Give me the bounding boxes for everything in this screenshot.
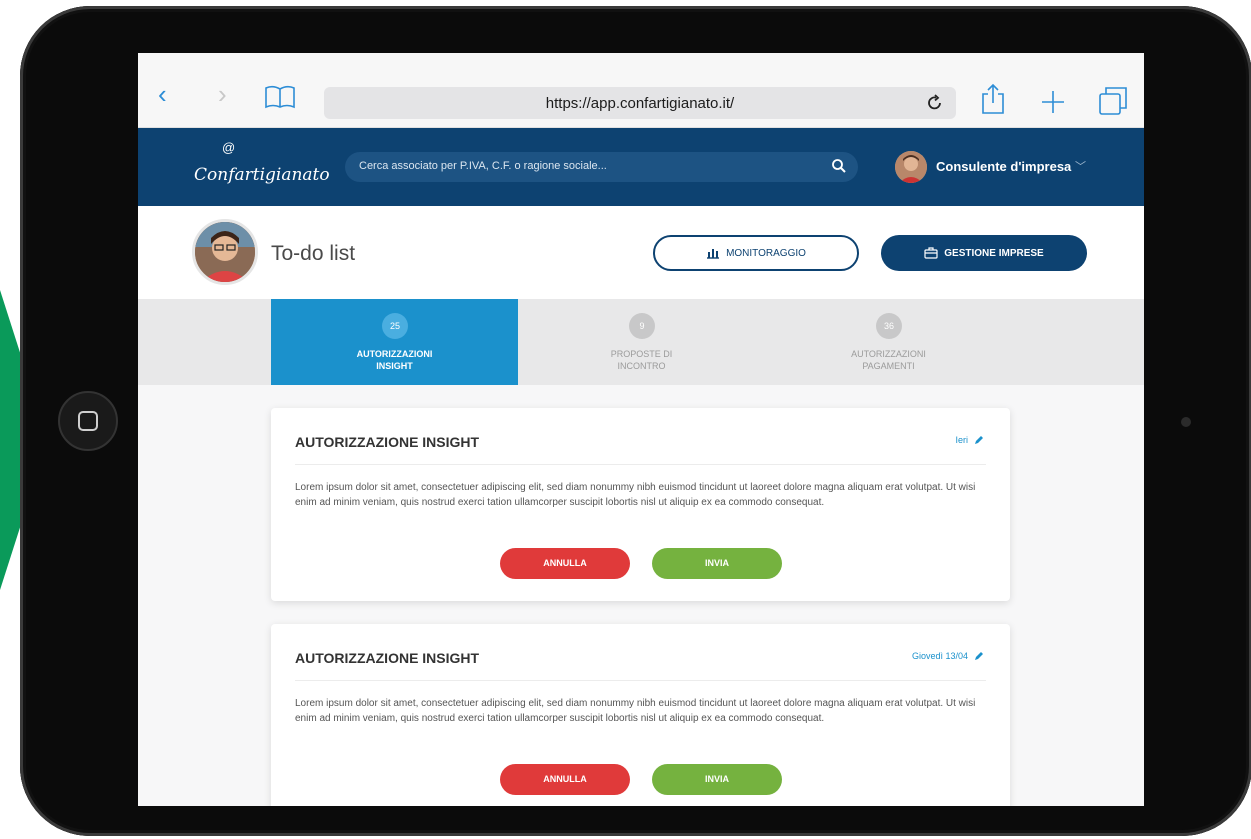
tab-label-line-1: PROPOSTE DI [610, 349, 673, 359]
tab-label: AUTORIZZAZIONI INSIGHT [271, 348, 518, 372]
gestione-imprese-label: GESTIONE IMPRESE [944, 247, 1044, 259]
card-title: AUTORIZZAZIONE INSIGHT [295, 434, 480, 450]
search-placeholder: Cerca associato per P.IVA, C.F. o ragion… [359, 160, 607, 172]
tab-label-line-1: AUTORIZZAZIONI [356, 349, 433, 359]
page-title: To-do list [271, 242, 356, 265]
search-input[interactable]: Cerca associato per P.IVA, C.F. o ragion… [345, 152, 858, 182]
chevron-down-icon[interactable]: ﹀ [1075, 158, 1086, 174]
screen: ‹ › https://app.confartigianato.it/ @ Co… [138, 53, 1144, 806]
card-date: Ieri [955, 435, 984, 445]
card-description: Lorem ipsum dolor sit amet, consectetuer… [295, 698, 976, 724]
forward-arrow-icon[interactable]: › [218, 81, 227, 107]
task-card: AUTORIZZAZIONE INSIGHT Giovedì 13/04 Lor… [271, 624, 1010, 806]
bookmarks-icon[interactable] [264, 85, 296, 109]
annulla-button[interactable]: ANNULLA [500, 764, 630, 795]
home-button[interactable] [58, 391, 118, 451]
gestione-imprese-button[interactable]: GESTIONE IMPRESE [881, 235, 1087, 271]
card-date-text: Ieri [955, 435, 968, 445]
card-date: Giovedì 13/04 [912, 651, 984, 661]
browser-toolbar: ‹ › https://app.confartigianato.it/ [138, 53, 1144, 128]
tab-label-line-2: PAGAMENTI [862, 361, 915, 371]
invia-button[interactable]: INVIA [652, 548, 782, 579]
monitoraggio-button[interactable]: MONITORAGGIO [653, 235, 859, 271]
tab-label: AUTORIZZAZIONI PAGAMENTI [765, 348, 1012, 372]
new-tab-plus-icon[interactable] [1041, 90, 1065, 114]
card-divider [295, 464, 986, 465]
reload-icon[interactable] [927, 94, 943, 112]
user-name[interactable]: Consulente d'impresa [936, 159, 1071, 174]
annulla-button[interactable]: ANNULLA [500, 548, 630, 579]
back-arrow-icon[interactable]: ‹ [158, 81, 167, 107]
camera-dot [1181, 417, 1191, 427]
tab-label-line-2: INCONTRO [617, 361, 666, 371]
briefcase-icon [924, 247, 938, 259]
avatar-face-icon [895, 151, 927, 183]
tab-count-badge: 25 [382, 313, 408, 339]
tab-count-badge: 36 [876, 313, 902, 339]
pencil-icon[interactable] [974, 651, 984, 661]
tab-proposte-di-incontro[interactable]: 9 PROPOSTE DI INCONTRO [518, 299, 765, 385]
logo[interactable]: Confartigianato [194, 165, 330, 185]
invia-button[interactable]: INVIA [652, 764, 782, 795]
home-square-icon [78, 411, 98, 431]
tab-label-line-1: AUTORIZZAZIONI [851, 349, 926, 359]
task-card: AUTORIZZAZIONE INSIGHT Ieri Lorem ipsum … [271, 408, 1010, 601]
card-date-text: Giovedì 13/04 [911, 651, 968, 661]
tab-autorizzazioni-pagamenti[interactable]: 36 AUTORIZZAZIONI PAGAMENTI [765, 299, 1012, 385]
card-description: Lorem ipsum dolor sit amet, consectetuer… [295, 482, 976, 508]
tab-label-line-2: INSIGHT [376, 361, 413, 371]
tab-bar: 25 AUTORIZZAZIONI INSIGHT 9 PROPOSTE DI … [138, 299, 1144, 385]
pencil-icon[interactable] [974, 435, 984, 445]
card-divider [295, 680, 986, 681]
user-avatar[interactable] [895, 151, 927, 183]
app-header: @ Confartigianato Cerca associato per P.… [138, 128, 1144, 206]
tab-autorizzazioni-insight[interactable]: 25 AUTORIZZAZIONI INSIGHT [271, 299, 518, 385]
share-icon[interactable] [980, 83, 1006, 115]
bar-chart-icon [707, 249, 720, 259]
card-title: AUTORIZZAZIONE INSIGHT [295, 650, 480, 666]
url-bar[interactable]: https://app.confartigianato.it/ [324, 87, 956, 119]
profile-photo-icon [195, 222, 255, 282]
url-text: https://app.confartigianato.it/ [545, 95, 735, 112]
profile-avatar[interactable] [192, 219, 258, 285]
tab-label: PROPOSTE DI INCONTRO [518, 348, 765, 372]
page-title-row: To-do list MONITORAGGIO GESTIONE IMPRESE [138, 206, 1144, 299]
monitoraggio-label: MONITORAGGIO [726, 247, 806, 259]
tab-count-badge: 9 [629, 313, 655, 339]
search-icon[interactable] [830, 157, 848, 175]
logo-at-symbol: @ [222, 140, 236, 155]
tabs-overview-icon[interactable] [1098, 86, 1128, 116]
